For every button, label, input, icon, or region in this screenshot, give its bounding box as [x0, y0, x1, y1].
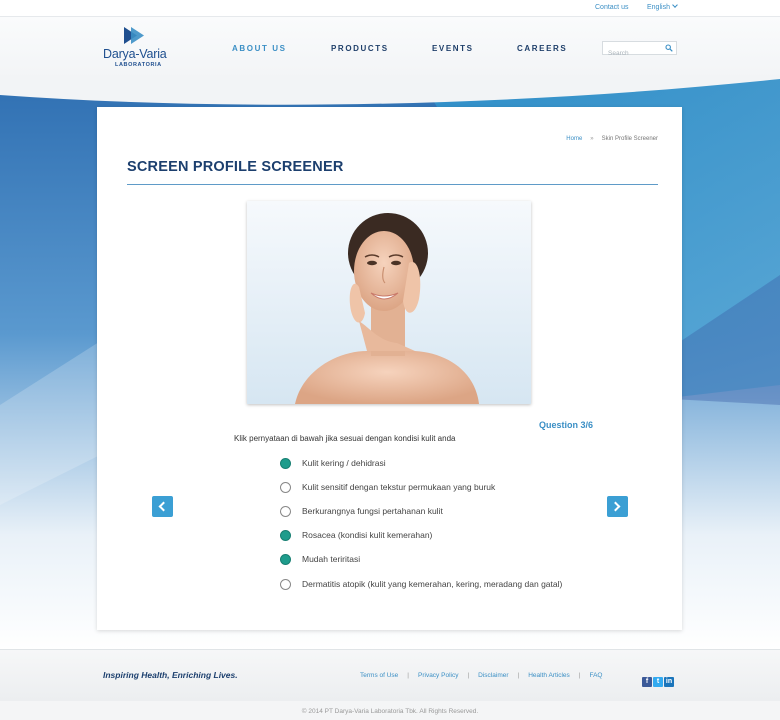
radio-unselected-icon[interactable] [280, 579, 291, 590]
footer-link-privacy[interactable]: Privacy Policy [418, 672, 458, 679]
option-label: Mudah teriritasi [302, 554, 361, 564]
nav-products[interactable]: PRODUCTS [331, 44, 389, 53]
chevron-left-icon [158, 501, 169, 512]
company-logo[interactable]: Darya-Varia LABORATORIA [103, 27, 173, 71]
twitter-icon[interactable]: t [653, 677, 663, 687]
footer-links: Terms of Use | Privacy Policy | Disclaimer | H… [360, 672, 603, 679]
breadcrumb-separator: » [590, 136, 594, 142]
top-utility-bar: Contact us English [0, 0, 780, 17]
footer-tagline: Inspiring Health, Enriching Lives. [103, 670, 238, 680]
search-box [602, 41, 677, 60]
nav-careers[interactable]: CAREERS [517, 44, 567, 53]
chevron-right-icon [610, 501, 621, 512]
language-label: English [647, 4, 670, 11]
option-label: Kulit kering / dehidrasi [302, 458, 386, 468]
footer-link-health-articles[interactable]: Health Articles [528, 672, 570, 679]
question-instruction: Klik pernyataan di bawah jika sesuai den… [234, 434, 456, 443]
option-label: Berkurangnya fungsi pertahanan kulit [302, 506, 443, 516]
question-counter: Question 3/6 [539, 420, 594, 430]
nav-about-us[interactable]: ABOUT US [232, 44, 287, 53]
chevron-down-icon [672, 2, 678, 8]
previous-question-button[interactable] [152, 496, 173, 517]
option-label: Dermatitis atopik (kulit yang kemerahan,… [302, 579, 563, 589]
site-header: Darya-Varia LABORATORIA ABOUT US PRODUCT… [0, 17, 780, 81]
option-label: Rosacea (kondisi kulit kemerahan) [302, 530, 433, 540]
radio-unselected-icon[interactable] [280, 482, 291, 493]
social-links: f t in [642, 670, 675, 688]
language-selector[interactable]: English [647, 2, 678, 11]
breadcrumb-home[interactable]: Home [566, 136, 582, 142]
footer-link-faq[interactable]: FAQ [589, 672, 602, 679]
logo-brand: Darya-Varia [103, 47, 167, 61]
site-footer: Inspiring Health, Enriching Lives. Terms… [0, 649, 780, 701]
radio-selected-icon[interactable] [280, 458, 291, 469]
logo-triangles-icon [124, 27, 144, 44]
copyright-text: © 2014 PT Darya-Varia Laboratoria Tbk. A… [301, 708, 479, 715]
next-question-button[interactable] [607, 496, 628, 517]
facebook-icon[interactable]: f [642, 677, 652, 687]
breadcrumb: Home » Skin Profile Screener [566, 136, 658, 142]
model-photo [247, 201, 531, 404]
page-title: SCREEN PROFILE SCREENER [127, 159, 344, 175]
woman-face-illustration [295, 213, 479, 404]
screener-card: Home » Skin Profile Screener SCREEN PROFIL… [97, 107, 682, 630]
option-label: Kulit sensitif dengan tekstur permukaan … [302, 482, 496, 492]
logo-subtitle: LABORATORIA [115, 62, 162, 68]
contact-us-link[interactable]: Contact us [595, 4, 628, 11]
breadcrumb-current: Skin Profile Screener [601, 136, 658, 142]
search-icon[interactable] [665, 44, 673, 52]
search-input[interactable] [603, 47, 661, 60]
radio-selected-icon[interactable] [280, 530, 291, 541]
title-divider [127, 184, 658, 185]
radio-unselected-icon[interactable] [280, 506, 291, 517]
footer-link-disclaimer[interactable]: Disclaimer [478, 672, 508, 679]
nav-events[interactable]: EVENTS [432, 44, 474, 53]
linkedin-icon[interactable]: in [664, 677, 674, 687]
footer-link-terms[interactable]: Terms of Use [360, 672, 398, 679]
radio-selected-icon[interactable] [280, 554, 291, 565]
